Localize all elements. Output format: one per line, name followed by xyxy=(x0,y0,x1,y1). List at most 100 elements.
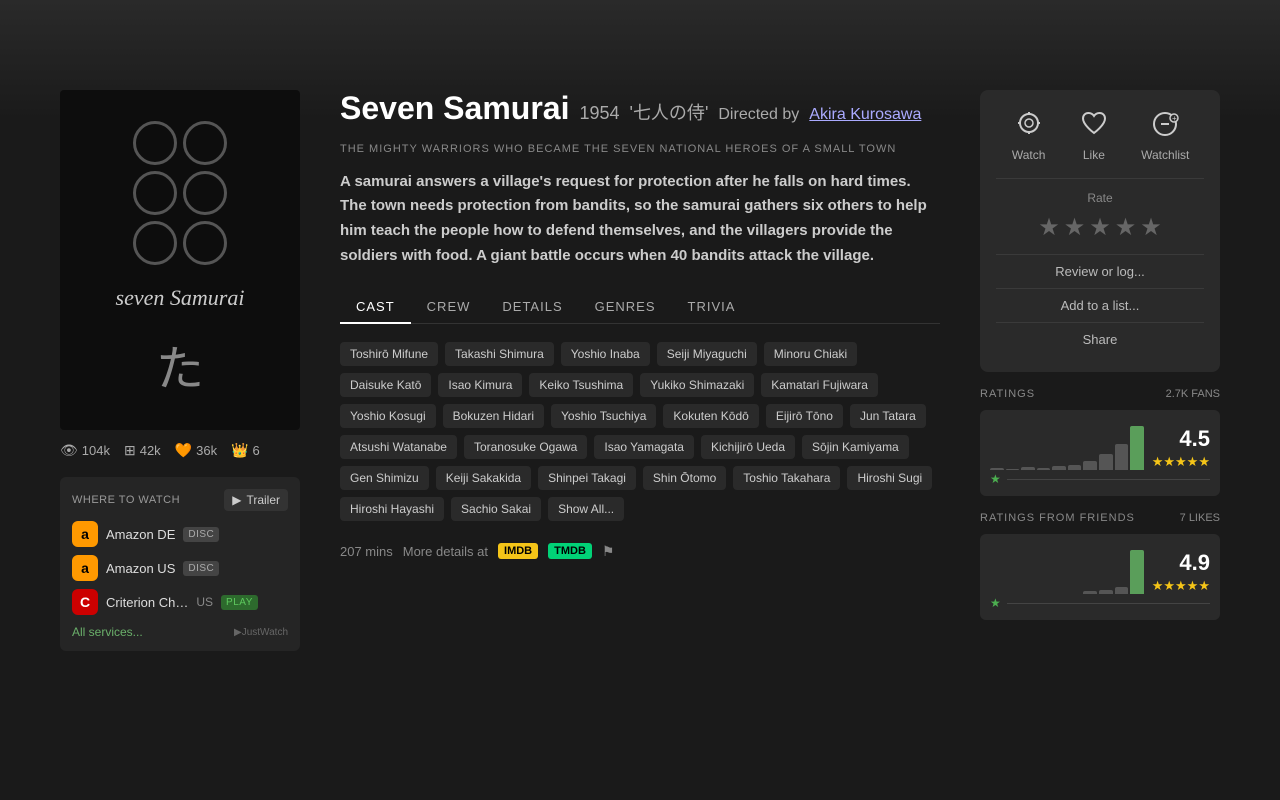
tab-trivia[interactable]: TRIVIA xyxy=(672,291,752,324)
rate-section: Rate ★ ★ ★ ★ ★ xyxy=(996,178,1204,242)
watchlist-label: Watchlist xyxy=(1141,148,1189,162)
flag-icon[interactable]: ⚑ xyxy=(602,543,615,560)
axis-line xyxy=(1007,479,1210,480)
cast-tag[interactable]: Toshio Takahara xyxy=(733,466,840,490)
runtime: 207 mins xyxy=(340,544,393,559)
director-link[interactable]: Akira Kurosawa xyxy=(809,106,921,124)
rate-label: Rate xyxy=(996,191,1204,205)
trailer-button[interactable]: ▶ Trailer xyxy=(224,489,288,511)
rating-bar xyxy=(1115,587,1129,594)
service-row-amazon-us[interactable]: a Amazon US DISC xyxy=(72,555,288,581)
criterion-logo: C xyxy=(72,589,98,615)
amazon-us-logo: a xyxy=(72,555,98,581)
cast-tag[interactable]: Gen Shimizu xyxy=(340,466,429,490)
cast-tag[interactable]: Hiroshi Sugi xyxy=(847,466,932,490)
cast-tag[interactable]: Kichijirō Ueda xyxy=(701,435,795,459)
poster-circle-1 xyxy=(133,121,177,165)
cast-tag[interactable]: Show All... xyxy=(548,497,624,521)
cast-tag[interactable]: Yukiko Shimazaki xyxy=(640,373,754,397)
cast-tag[interactable]: Jun Tatara xyxy=(850,404,926,428)
cast-tag[interactable]: Isao Yamagata xyxy=(594,435,694,459)
trailer-label: Trailer xyxy=(246,493,280,507)
friends-ratings-value: 4.9 ★★★★★ xyxy=(1152,550,1210,594)
amazon-de-name: Amazon DE xyxy=(106,527,175,542)
tab-cast[interactable]: CAST xyxy=(340,291,411,324)
cast-tag[interactable]: Yoshio Inaba xyxy=(561,342,650,366)
tab-genres[interactable]: GENRES xyxy=(579,291,672,324)
star-1[interactable]: ★ xyxy=(1038,213,1060,242)
cast-tag[interactable]: Sōjin Kamiyama xyxy=(802,435,909,459)
cast-tag[interactable]: Hiroshi Hayashi xyxy=(340,497,444,521)
review-button[interactable]: Review or log... xyxy=(996,254,1204,288)
star-3[interactable]: ★ xyxy=(1089,213,1111,242)
like-action[interactable]: Like xyxy=(1076,106,1112,162)
cast-tag[interactable]: Daisuke Katō xyxy=(340,373,431,397)
rating-score: 4.5 xyxy=(1152,426,1210,452)
lists-stat: ⊞ 42k xyxy=(124,442,161,459)
star-2[interactable]: ★ xyxy=(1064,213,1086,242)
friends-rating-score: 4.9 xyxy=(1152,550,1210,576)
poster-circle-5 xyxy=(133,221,177,265)
stars-row: ★ ★ ★ ★ ★ xyxy=(996,213,1204,242)
add-list-button[interactable]: Add to a list... xyxy=(996,288,1204,322)
watches-stat: 👁 104k xyxy=(60,442,110,459)
action-row: Watch Like xyxy=(996,106,1204,162)
all-services-row: All services... ▶JustWatch xyxy=(72,625,288,639)
friends-ratings-header: RATINGS FROM FRIENDS 7 LIKES xyxy=(980,512,1220,524)
left-column: seven Samurai た 👁 104k ⊞ 42k 🧡 36k 👑 6 xyxy=(60,90,300,651)
rating-bar xyxy=(1083,461,1097,470)
service-row-amazon-de[interactable]: a Amazon DE DISC xyxy=(72,521,288,547)
watch-action[interactable]: Watch xyxy=(1011,106,1047,162)
cast-tag[interactable]: Toranosuke Ogawa xyxy=(464,435,587,459)
cast-tag[interactable]: Shin Ōtomo xyxy=(643,466,726,490)
share-button[interactable]: Share xyxy=(996,322,1204,356)
cast-tag[interactable]: Kokuten Kōdō xyxy=(663,404,758,428)
watch-icon xyxy=(1011,106,1047,142)
svg-text:+: + xyxy=(1172,114,1177,123)
cast-tag[interactable]: Isao Kimura xyxy=(438,373,522,397)
rating-bar xyxy=(1021,467,1035,470)
criterion-badge: PLAY xyxy=(221,595,258,610)
watch-label: Watch xyxy=(1012,148,1046,162)
cast-tag[interactable]: Takashi Shimura xyxy=(445,342,554,366)
cast-tag[interactable]: Yoshio Kosugi xyxy=(340,404,436,428)
fans-stat: 👑 6 xyxy=(231,442,260,459)
tmdb-link[interactable]: TMDB xyxy=(548,543,592,559)
wtw-title: WHERE TO WATCH xyxy=(72,494,180,506)
ratings-value: 4.5 ★★★★★ xyxy=(1152,426,1210,470)
service-row-criterion[interactable]: C Criterion Ch… US PLAY xyxy=(72,589,288,615)
star-4[interactable]: ★ xyxy=(1115,213,1137,242)
ratings-chart xyxy=(990,420,1144,470)
all-services-link[interactable]: All services... xyxy=(72,625,143,639)
cast-tag[interactable]: Sachio Sakai xyxy=(451,497,541,521)
cast-tag[interactable]: Bokuzen Hidari xyxy=(443,404,544,428)
cast-tag[interactable]: Keiko Tsushima xyxy=(529,373,633,397)
imdb-link[interactable]: IMDB xyxy=(498,543,538,559)
right-column: Watch Like xyxy=(980,90,1220,651)
cast-tag[interactable]: Toshirō Mifune xyxy=(340,342,438,366)
cast-tag[interactable]: Yoshio Tsuchiya xyxy=(551,404,656,428)
cast-tag[interactable]: Shinpei Takagi xyxy=(538,466,636,490)
movie-year: 1954 xyxy=(579,103,619,124)
rating-bar xyxy=(1083,591,1097,594)
movie-synopsis: A samurai answers a village's request fo… xyxy=(340,170,940,269)
star-5[interactable]: ★ xyxy=(1140,213,1162,242)
cast-tag[interactable]: Atsushi Watanabe xyxy=(340,435,457,459)
cast-tag[interactable]: Seiji Miyaguchi xyxy=(657,342,757,366)
tab-crew[interactable]: CREW xyxy=(411,291,487,324)
watchlist-action[interactable]: + Watchlist xyxy=(1141,106,1189,162)
poster-circle-2 xyxy=(183,121,227,165)
rating-bar xyxy=(1037,468,1051,470)
watches-count: 104k xyxy=(82,443,110,458)
movie-title: Seven Samurai xyxy=(340,90,569,127)
rating-bar xyxy=(1052,466,1066,470)
cast-tag[interactable]: Keiji Sakakida xyxy=(436,466,531,490)
fans-count: 2.7K FANS xyxy=(1166,388,1220,400)
cast-tag[interactable]: Eijirō Tōno xyxy=(766,404,843,428)
rating-bar xyxy=(1068,465,1082,470)
rating-bar xyxy=(1130,426,1144,470)
rating-bar xyxy=(1130,550,1144,594)
tab-details[interactable]: DETAILS xyxy=(486,291,578,324)
cast-tag[interactable]: Kamatari Fujiwara xyxy=(761,373,878,397)
cast-tag[interactable]: Minoru Chiaki xyxy=(764,342,857,366)
